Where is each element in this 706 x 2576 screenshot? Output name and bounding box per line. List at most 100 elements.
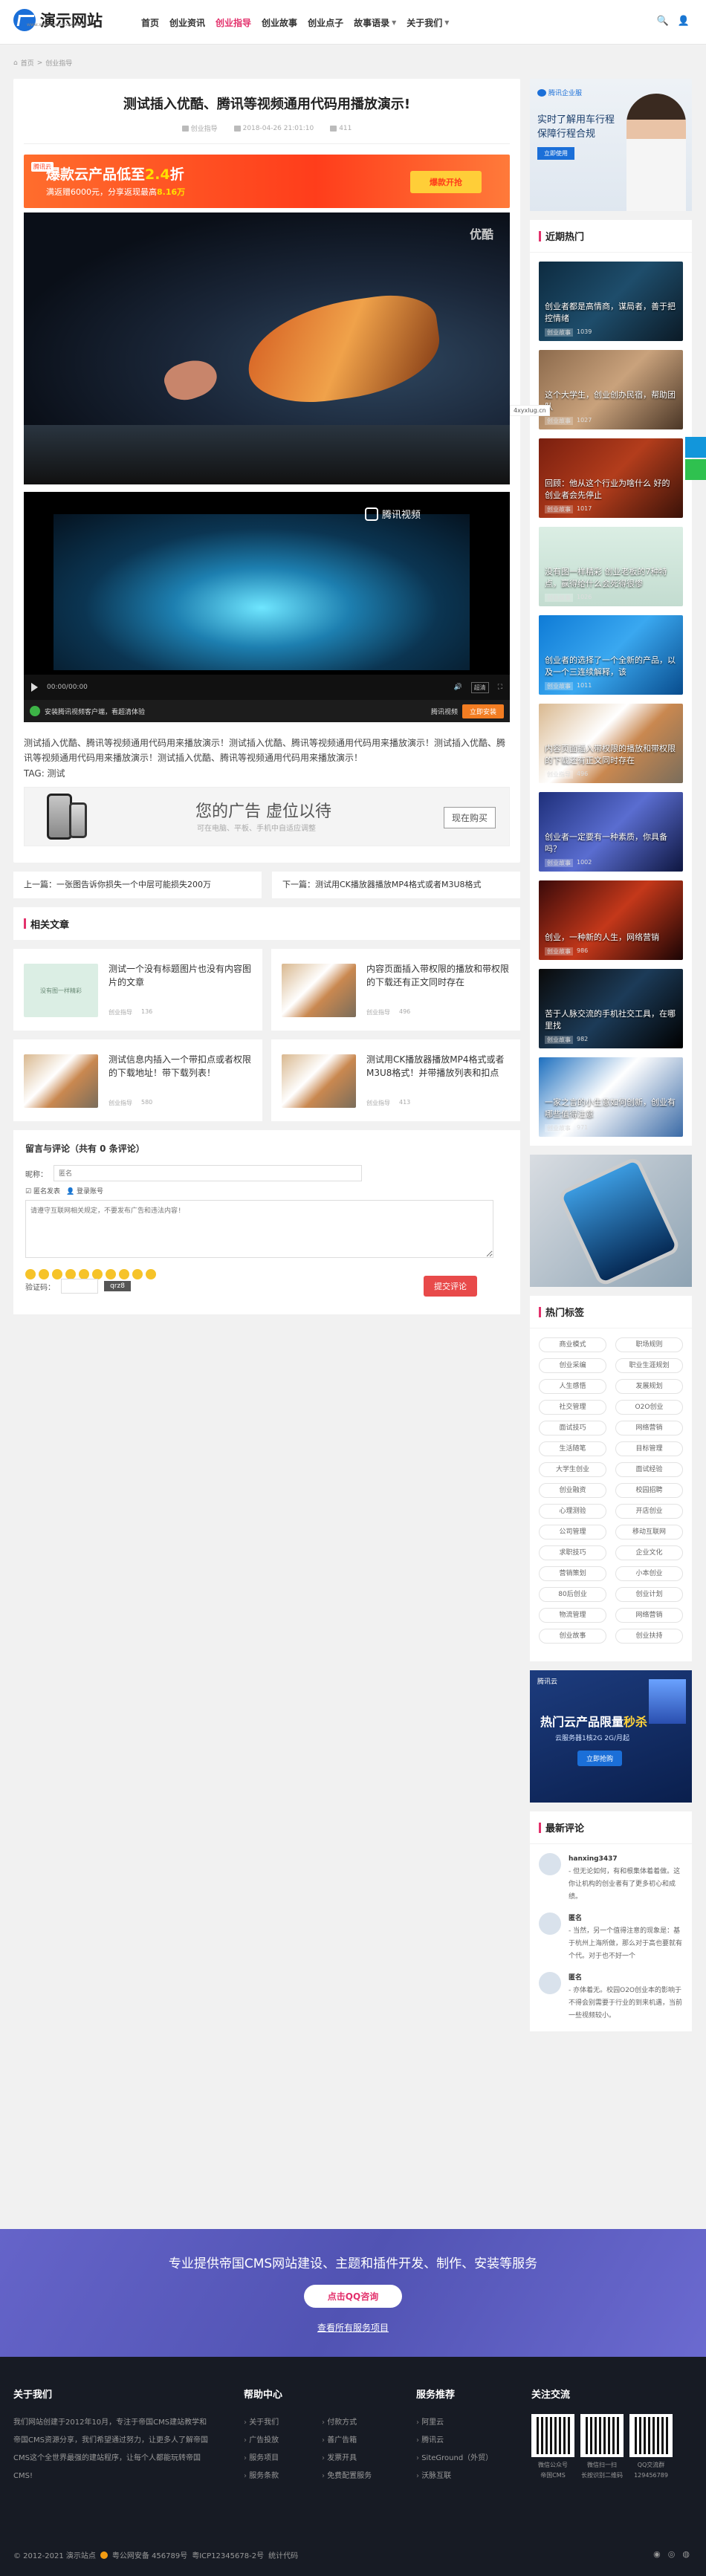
footer-service-link[interactable]: 沃脉互联 [416, 2468, 520, 2485]
related-item[interactable]: 没有图一样精彩 测试一个没有标题图片也没有内容图片的文章 创业指导 136 [13, 949, 262, 1031]
prev-article-link[interactable]: 上一篇：一张图告诉你损失一个中层可能损失200万 [13, 872, 262, 898]
article-tags[interactable]: TAG: 测试 [24, 767, 510, 779]
nav-ideas[interactable]: 创业点子 [302, 16, 349, 29]
breadcrumb-current[interactable]: 创业指导 [45, 58, 72, 68]
nav-quotes[interactable]: 故事语录 ▼ [349, 16, 401, 29]
comment-item[interactable]: 匿名 - 亦体着无。校园O2O创业本的影响于不得会别需要于行业的到来机遇，当前一些… [530, 1963, 692, 2022]
play-icon[interactable] [31, 683, 38, 692]
hot-post-title[interactable]: 一家之言的小生意如何创新，创业有哪些值得注意 [545, 1097, 677, 1120]
hot-post[interactable]: 创业者的选择了一个全新的产品，以及一个三连续解释，该 创业故事 1011 [539, 615, 683, 695]
tag-chip[interactable]: 目标管理 [615, 1441, 683, 1456]
hot-post-title[interactable]: 内容页面插入带权限的播放和带权限的下载还有正文同时存在 [545, 743, 677, 767]
tag-chip[interactable]: 网络营销 [615, 1608, 683, 1623]
related-item[interactable]: 测试用CK播放器播放MP4格式或者M3U8格式！并带播放列表和扣点 创业指导 41… [271, 1039, 520, 1121]
hot-post-title[interactable]: 苦于人脉交流的手机社交工具，在哪里找 [545, 1008, 677, 1032]
tag-chip[interactable]: 创业扶持 [615, 1629, 683, 1644]
nav-stories[interactable]: 创业故事 [256, 16, 302, 29]
footer-help-link[interactable]: 善广告箱 [322, 2432, 392, 2450]
footer-service-link[interactable]: 腾讯云 [416, 2432, 520, 2450]
tag-chip[interactable]: 公司管理 [539, 1525, 606, 1540]
comment-item[interactable]: 匿名 - 当然，另一个值得注意的现象是：基于杭州上海所做，那么对于高也要就有个代。… [530, 1904, 692, 1963]
hot-post-title[interactable]: 回顾：他从这个行业为啥什么 好的创业者会先停止 [545, 478, 677, 502]
comment-item[interactable]: hanxing3437- 但无论如何，有和根集体着着做。这你让机构的创业者有了更… [530, 1844, 692, 1904]
hot-post-title[interactable]: 创业者一定要有一种素质，你具备吗？ [545, 831, 677, 855]
search-icon[interactable]: 🔍 [657, 16, 669, 27]
weibo-icon[interactable]: ◉ [653, 2549, 661, 2559]
tag-chip[interactable]: 职场规则 [615, 1337, 683, 1352]
captcha-image[interactable]: qrz8 [104, 1281, 131, 1291]
tag-chip[interactable]: 网络营销 [615, 1421, 683, 1435]
tag-chip[interactable]: 校园招聘 [615, 1483, 683, 1498]
nav-guide[interactable]: 创业指导 [210, 16, 256, 29]
related-title[interactable]: 测试一个没有标题图片也没有内容图片的文章 [109, 962, 252, 989]
comment-textarea[interactable] [25, 1200, 493, 1258]
sidebar-ad-3[interactable]: 腾讯云 热门云产品限量秒杀 云服务器1核2G 2G/月起 立即抢购 [530, 1670, 692, 1803]
footer-service-link[interactable]: SiteGround（外贸） [416, 2450, 520, 2468]
sidebar-ad-2[interactable] [530, 1155, 692, 1288]
captcha-input[interactable] [61, 1279, 98, 1294]
tag-chip[interactable]: 求职技巧 [539, 1545, 606, 1560]
footer-help-link[interactable]: 免费配置服务 [322, 2468, 392, 2485]
hot-post[interactable]: 内容页面插入带权限的播放和带权限的下载还有正文同时存在 创业指导 496 [539, 704, 683, 783]
hot-post[interactable]: 创业，一种新的人生，网络营销 创业故事 986 [539, 880, 683, 960]
tag-chip[interactable]: 心理测验 [539, 1504, 606, 1519]
tag-chip[interactable]: 开店创业 [615, 1504, 683, 1519]
tag-chip[interactable]: 物流管理 [539, 1608, 606, 1623]
tag-chip[interactable]: 移动互联网 [615, 1525, 683, 1540]
tag-chip[interactable]: 营销策划 [539, 1566, 606, 1581]
hot-post[interactable]: 回顾：他从这个行业为啥什么 好的创业者会先停止 创业故事 1017 [539, 438, 683, 518]
qq-icon[interactable] [685, 437, 706, 458]
tag-chip[interactable]: 发展规划 [615, 1379, 683, 1394]
hot-post[interactable]: 这个大学生，创业创办民宿，帮助团队创业故事1027 [539, 350, 683, 429]
promo-button[interactable]: 爆款开抢 [410, 171, 482, 193]
footer-help-link[interactable]: 广告投放 [244, 2432, 314, 2450]
install-button[interactable]: 立即安装 [462, 704, 504, 718]
nav-news[interactable]: 创业资讯 [164, 16, 210, 29]
related-title[interactable]: 测试信息内插入一个带扣点或者权限的下载地址！带下载列表！ [109, 1053, 252, 1080]
volume-icon[interactable]: 🔊 [453, 684, 462, 691]
hot-post[interactable]: 没有图一样精彩 创业老板的7种特点，赢得给什么会死得很惨 创业故事 1026 [539, 527, 683, 606]
tag-chip[interactable]: 创业故事 [539, 1629, 606, 1644]
hot-post-title[interactable]: 创业，一种新的人生，网络营销 [545, 932, 677, 944]
article-category[interactable]: 创业指导 [191, 123, 218, 133]
youku-video-player[interactable]: 优酷 [24, 212, 510, 484]
hot-post-title[interactable]: 这个大学生，创业创办民宿，帮助团队 [545, 389, 677, 413]
footer-service-link[interactable]: 阿里云 [416, 2414, 520, 2432]
hot-post-title[interactable]: 创业者都是高情商，谋局者，善于把控情绪 [545, 301, 677, 325]
tag-chip[interactable]: 面试技巧 [539, 1421, 606, 1435]
tag-chip[interactable]: 80后创业 [539, 1587, 606, 1602]
tag-chip[interactable]: 企业文化 [615, 1545, 683, 1560]
tencent-video-player[interactable]: 腾讯视频 00:00/00:00 🔊 超清 ⛶ 安装腾讯视频客户端，看超清体验 … [24, 492, 510, 722]
hot-post[interactable]: 创业者都是高情商，谋局者，善于把控情绪 创业故事 1039 [539, 262, 683, 341]
wechat-icon[interactable] [685, 459, 706, 480]
tag-chip[interactable]: 商业模式 [539, 1337, 606, 1352]
tag-chip[interactable]: O2O创业 [615, 1400, 683, 1415]
footer-help-link[interactable]: 付款方式 [322, 2414, 392, 2432]
hot-post-title[interactable]: 没有图一样精彩 创业老板的7种特点，赢得给什么会死得很惨 [545, 566, 677, 590]
breadcrumb-home[interactable]: 首页 [21, 58, 34, 68]
wechat-icon[interactable]: ◎ [668, 2549, 676, 2559]
tag-chip[interactable]: 人生感悟 [539, 1379, 606, 1394]
related-item[interactable]: 测试信息内插入一个带扣点或者权限的下载地址！带下载列表！ 创业指导 580 [13, 1039, 262, 1121]
footer-help-link[interactable]: 服务条款 [244, 2468, 314, 2485]
tag-chip[interactable]: 创业融资 [539, 1483, 606, 1498]
next-article-link[interactable]: 下一篇：测试用CK播放器播放MP4格式或者M3U8格式 [272, 872, 520, 898]
qq-consult-button[interactable]: 点击QQ咨询 [303, 2285, 403, 2308]
footer-help-link[interactable]: 发票开具 [322, 2450, 392, 2468]
footer-help-link[interactable]: 关于我们 [244, 2414, 314, 2432]
related-item[interactable]: 内容页面插入带权限的播放和带权限的下载还有正文同时存在 创业指导 496 [271, 949, 520, 1031]
tag-chip[interactable]: 大学生创业 [539, 1462, 606, 1477]
user-icon[interactable]: 👤 [678, 16, 690, 27]
login-link[interactable]: 👤 登录账号 [66, 1186, 103, 1195]
fullscreen-icon[interactable]: ⛶ [498, 684, 502, 691]
related-title[interactable]: 内容页面插入带权限的播放和带权限的下载还有正文同时存在 [366, 962, 510, 989]
promo-banner[interactable]: 腾讯云 爆款云产品低至2.4折 满返赠6000元，分享返现最高8.16万 爆款开… [24, 155, 510, 208]
nav-about[interactable]: 关于我们 ▼ [401, 16, 454, 29]
nav-home[interactable]: 首页 [136, 16, 164, 29]
ad-placeholder[interactable]: 您的广告 虚位以待 可在电脑、平板、手机中自适应调整 现在购买 [24, 787, 510, 846]
sidebar-ad-button[interactable]: 立即使用 [537, 147, 574, 160]
anonymous-checkbox[interactable]: ☑ 匿名发表 [25, 1186, 60, 1195]
sidebar-ad-1[interactable]: 腾讯企业服 实时了解用车行程 保障行程合规 立即使用 [530, 79, 692, 211]
related-title[interactable]: 测试用CK播放器播放MP4格式或者M3U8格式！并带播放列表和扣点 [366, 1053, 510, 1080]
tag-chip[interactable]: 社交管理 [539, 1400, 606, 1415]
